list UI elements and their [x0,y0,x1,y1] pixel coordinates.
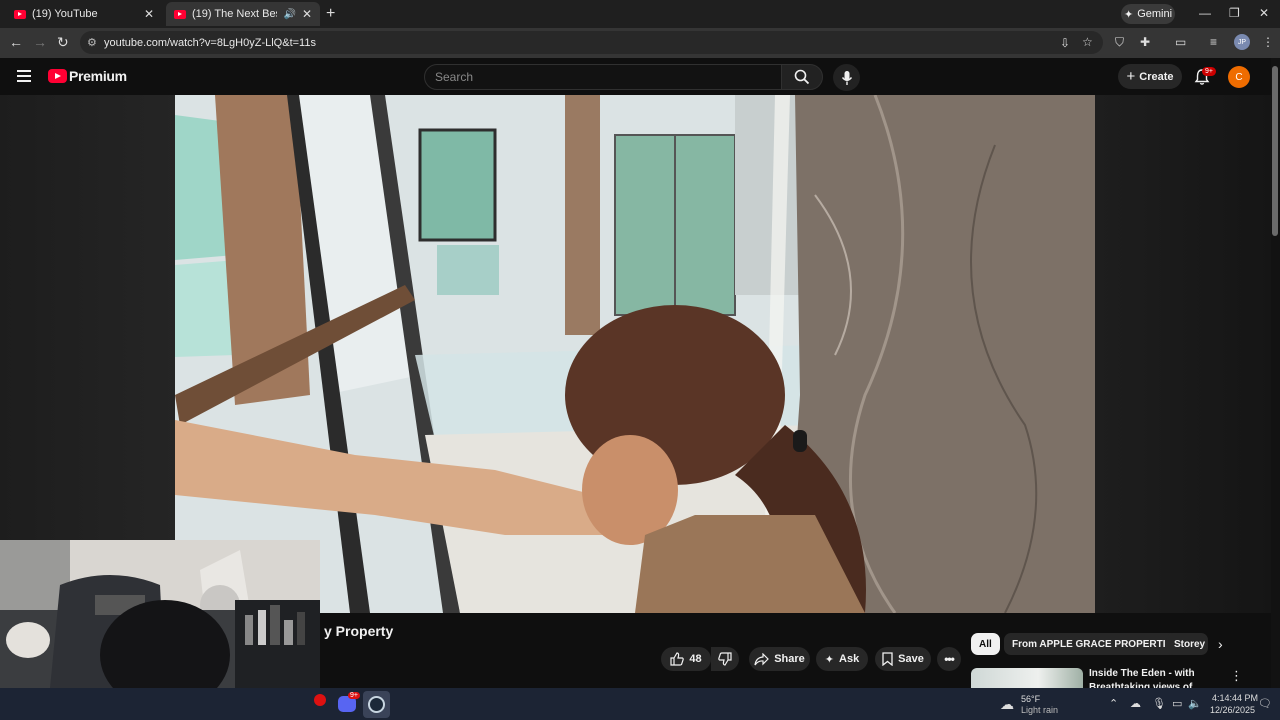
thumbs-up-icon [670,652,685,666]
reload-icon[interactable]: ↻ [57,34,69,51]
create-label: Create [1139,70,1174,83]
forward-arrow-icon[interactable]: → [33,34,47,50]
weather-temperature[interactable]: 56°F [1021,694,1040,704]
search-icon [794,69,810,85]
tab-youtube[interactable]: (19) YouTube ✕ [6,2,162,26]
new-tab-button[interactable]: + [326,5,335,23]
weather-description[interactable]: Light rain [1021,705,1058,715]
tray-overflow-icon[interactable]: ⌃ [1109,697,1118,710]
steam-taskbar-button[interactable] [363,691,390,718]
media-controls-icon[interactable]: ≡ [1210,35,1217,49]
hamburger-menu-icon[interactable] [17,70,31,82]
sparkle-icon: ✦ [824,653,835,666]
weather-cloud-icon[interactable]: ☁ [1000,696,1014,713]
notification-count-badge: 9+ [1202,67,1216,76]
dislike-button[interactable] [711,647,739,671]
save-label: Save [898,653,924,665]
more-menu-icon[interactable]: ⋮ [1262,35,1274,49]
recommendation-thumbnail[interactable] [971,668,1083,688]
browser-tab-bar: (19) YouTube ✕ (19) The Next Best Thing!… [0,0,1280,28]
tab-video[interactable]: (19) The Next Best Thing! S 🔊 ✕ [166,2,320,26]
bookmark-icon [882,652,893,666]
volume-icon[interactable]: 🔈 [1188,697,1202,710]
search-button[interactable] [781,64,823,90]
shield-extension-icon[interactable]: ⛉ [1115,35,1124,50]
more-horizontal-icon: ••• [944,652,955,666]
windows-taskbar [0,688,1280,720]
search-input[interactable]: Search [424,64,782,90]
more-actions-button[interactable]: ••• [937,647,961,671]
address-bar[interactable]: ⚙ youtube.com/watch?v=8LgH0yZ-LlQ&t=11s … [80,31,1103,54]
webcam-overlay [0,540,320,688]
share-label: Share [774,653,805,665]
close-tab-icon[interactable]: ✕ [144,7,154,21]
ask-label: Ask [839,653,860,665]
clock-date[interactable]: 12/26/2025 [1210,705,1255,715]
youtube-favicon-icon [174,9,186,19]
like-button[interactable]: 48 [661,647,711,671]
thumbs-down-icon [718,652,732,666]
video-title: y Property [324,623,394,639]
ask-button[interactable]: ✦ Ask [816,647,868,671]
like-count: 48 [689,653,702,665]
voice-search-button[interactable] [833,64,860,91]
tab-title: (19) YouTube [32,8,98,20]
network-icon[interactable]: ▭ [1172,697,1182,710]
save-button[interactable]: Save [875,647,931,671]
browser-toolbar: ← → ↻ ⚙ youtube.com/watch?v=8LgH0yZ-LlQ&… [0,28,1280,58]
chevron-right-icon[interactable]: › [1218,636,1223,652]
youtube-logo-icon[interactable] [48,69,67,83]
speaker-icon[interactable]: 🔊 [283,9,295,20]
video-frame-image [175,95,1095,613]
steam-app-icon [368,696,385,713]
gemini-button[interactable]: ✦ Gemini [1121,4,1175,24]
chip-storey[interactable]: Storey [1166,633,1208,655]
restore-icon[interactable]: ❐ [1229,6,1240,20]
discord-badge: 9+ [348,692,360,699]
back-arrow-icon[interactable]: ← [9,34,23,50]
extensions-puzzle-icon[interactable]: ✚ [1140,35,1150,49]
share-arrow-icon [754,652,770,665]
video-player[interactable] [175,95,1095,613]
record-indicator-icon[interactable] [314,694,326,706]
plus-icon: + [1126,68,1136,85]
bookmark-star-icon[interactable]: ☆ [1082,35,1093,49]
recommendation-menu-icon[interactable]: ⋮ [1230,668,1243,684]
page-scrollbar-thumb[interactable] [1272,66,1278,236]
recommendation-title[interactable]: Inside The Eden - with Breathtaking view… [1089,667,1219,688]
profile-avatar[interactable]: JP [1234,34,1250,50]
youtube-premium-wordmark[interactable]: Premium [69,68,127,84]
url-text: youtube.com/watch?v=8LgH0yZ-LlQ&t=11s [104,36,316,49]
chip-from-channel[interactable]: From APPLE GRACE PROPERTIES [1004,633,1187,655]
create-button[interactable]: + Create [1118,64,1182,89]
webcam-image [0,540,320,688]
close-window-icon[interactable]: ✕ [1259,6,1269,20]
close-tab-icon[interactable]: ✕ [302,7,312,21]
share-button[interactable]: Share [749,647,810,671]
youtube-favicon-icon [14,9,26,19]
install-app-icon[interactable]: ⇩ [1060,36,1070,50]
notification-center-icon[interactable]: 🗨 [1258,697,1272,710]
site-info-icon[interactable]: ⚙ [87,36,97,49]
microphone-tray-icon[interactable]: 🎙 [1152,697,1166,710]
onedrive-icon[interactable]: ☁ [1130,697,1141,710]
gemini-label: Gemini [1137,8,1173,20]
account-avatar[interactable]: C [1228,66,1250,88]
minimize-icon[interactable]: — [1199,6,1211,20]
microphone-icon [841,70,852,85]
chip-all[interactable]: All [971,633,1000,655]
tab-title: (19) The Next Best Thing! S [192,8,277,20]
clock-time[interactable]: 4:14:44 PM [1212,693,1258,703]
cast-icon[interactable]: ▭ [1175,35,1186,49]
sparkle-icon: ✦ [1123,8,1134,21]
youtube-header: Premium Search + Create C [0,58,1280,95]
